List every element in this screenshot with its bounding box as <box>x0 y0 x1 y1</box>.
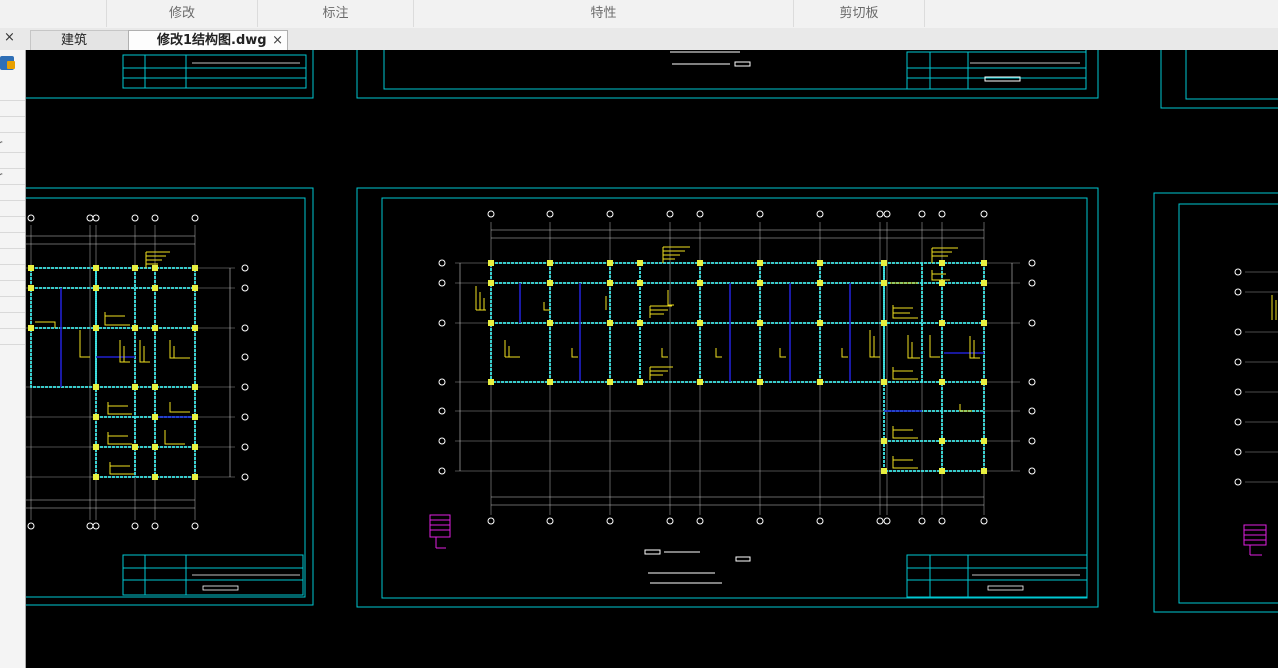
ribbon-group-modify[interactable]: 修改 <box>107 0 258 27</box>
right-plan-rebar-mark <box>1271 295 1277 320</box>
left-plan-rebar-marks <box>35 251 190 475</box>
center-plan-dimension-lines <box>459 229 1013 506</box>
right-plan-partial <box>1245 271 1278 483</box>
center-stair-detail <box>429 514 451 549</box>
center-sheet-frame <box>356 187 1099 608</box>
panel-row[interactable] <box>0 249 25 265</box>
panel-row[interactable] <box>0 265 25 281</box>
left-plan-grid-lines <box>26 225 235 520</box>
ribbon-group-properties[interactable]: 特性 <box>414 0 794 27</box>
panel-row[interactable] <box>0 233 25 249</box>
left-plan-dimension-lines <box>26 235 231 509</box>
ribbon-group-blank <box>0 0 107 27</box>
cad-model-space[interactable] <box>26 50 1278 668</box>
right-stair-detail <box>1243 524 1267 556</box>
document-tab-bar: × 建筑图.dwg 修改1结构图.dwg × <box>0 28 1278 68</box>
close-tab-icon[interactable]: × <box>272 31 283 51</box>
center-plan-beams <box>490 262 985 472</box>
panel-row[interactable] <box>0 297 25 313</box>
panel-row[interactable]: er <box>0 137 25 153</box>
panel-row-value: er <box>0 171 2 182</box>
panel-row[interactable] <box>0 281 25 297</box>
ribbon-group-clipboard[interactable]: 剪切板 <box>794 0 925 27</box>
panel-row[interactable]: er <box>0 169 25 185</box>
center-plan-bottom-notes <box>644 549 751 584</box>
layer-tool-icon[interactable] <box>0 56 15 70</box>
ribbon-group-annotation[interactable]: 标注 <box>258 0 414 27</box>
top-left-sheet-frame <box>26 50 314 99</box>
panel-row[interactable] <box>0 117 25 133</box>
panel-row[interactable] <box>0 153 25 169</box>
center-plan-secondary-beams <box>519 283 984 412</box>
left-plan-beams <box>30 267 196 478</box>
drawing-canvas[interactable] <box>26 50 1278 668</box>
panel-row[interactable] <box>0 217 25 233</box>
tab-structure-drawing[interactable]: 修改1结构图.dwg × <box>128 30 288 50</box>
panel-row[interactable] <box>0 201 25 217</box>
panel-close-icon[interactable]: × <box>4 30 15 45</box>
left-plan-secondary-beams <box>60 288 195 418</box>
tab-architecture-drawing[interactable]: 建筑图.dwg <box>30 30 130 68</box>
right-sheet-frame <box>1153 192 1278 613</box>
panel-row-value: er <box>0 139 2 150</box>
panel-row[interactable] <box>0 313 25 329</box>
panel-row[interactable] <box>0 329 25 345</box>
panel-row[interactable] <box>0 185 25 201</box>
panel-row[interactable] <box>0 101 25 117</box>
center-plan-axis-bubbles <box>438 210 1036 525</box>
properties-side-panel: er er <box>0 50 26 668</box>
top-center-sheet-frame <box>356 50 1099 99</box>
tab-label: 修改1结构图.dwg <box>157 33 267 48</box>
title-block-lines <box>192 62 1080 591</box>
ribbon-toolbar: 修改 标注 特性 剪切板 <box>0 0 1278 29</box>
right-plan-axis-bubbles <box>1234 268 1242 486</box>
top-right-sheet-frame <box>1160 50 1278 109</box>
left-sheet-frame <box>26 187 314 606</box>
panel-row[interactable] <box>0 85 25 101</box>
